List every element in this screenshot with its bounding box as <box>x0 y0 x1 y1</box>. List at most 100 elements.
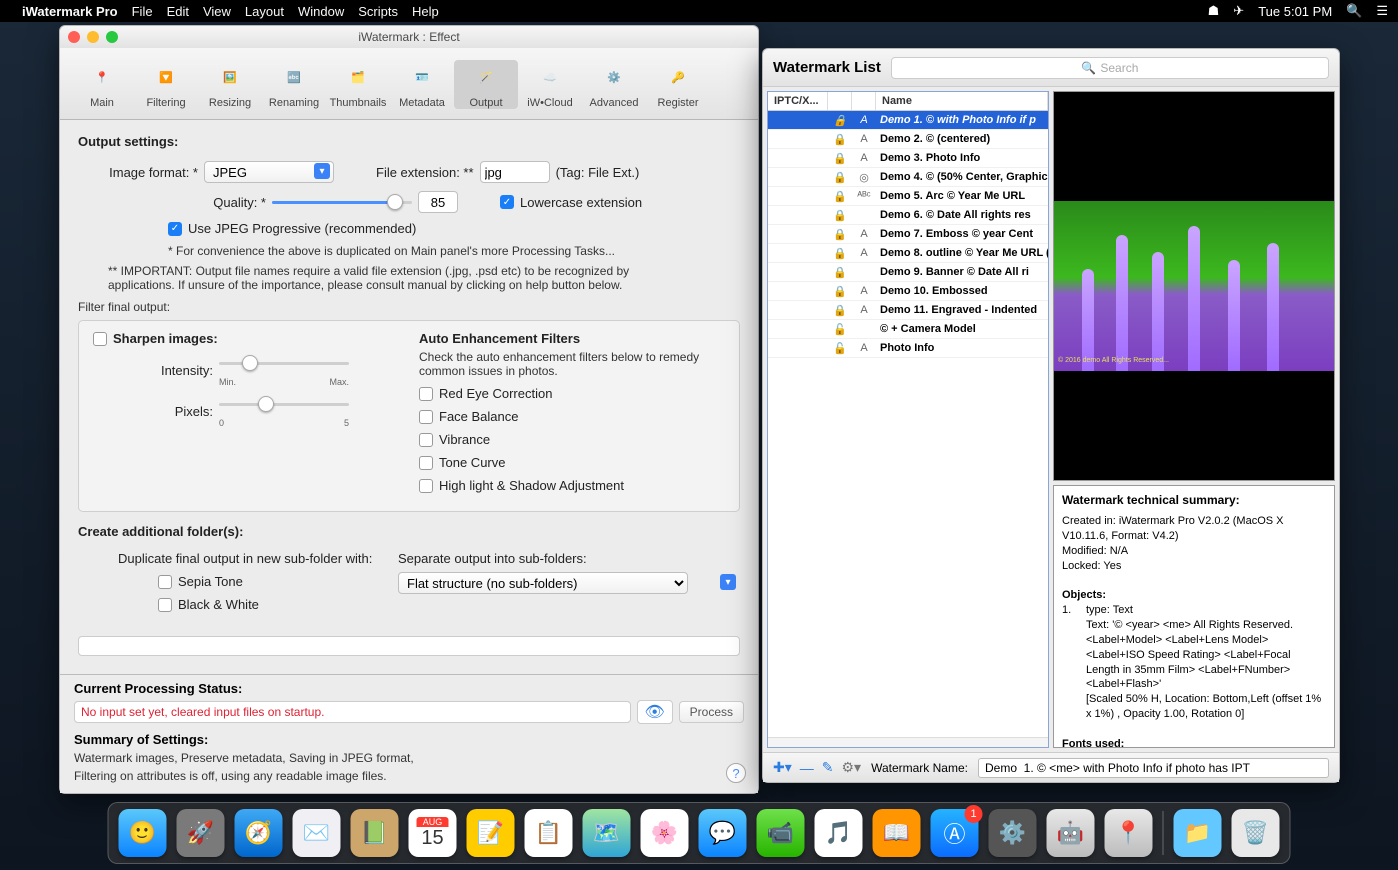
tab-main[interactable]: 📍Main <box>70 60 134 109</box>
col-type[interactable] <box>852 92 876 110</box>
file-ext-input[interactable] <box>480 161 550 183</box>
status-text: No input set yet, cleared input files on… <box>74 701 631 723</box>
vibrance-checkbox[interactable] <box>419 433 433 447</box>
menu-scripts[interactable]: Scripts <box>358 4 398 19</box>
menu-file[interactable]: File <box>132 4 153 19</box>
dock-reminders[interactable]: 📋 <box>525 809 573 857</box>
watermark-settings-button[interactable]: ⚙▾ <box>842 759 862 776</box>
dock: 🙂 🚀 🧭 ✉️ 📗 AUG15 📝 📋 🗺️ 🌸 💬 📹 🎵 📖 Ⓐ ⚙️ 🤖… <box>108 802 1291 864</box>
dock-finder[interactable]: 🙂 <box>119 809 167 857</box>
dock-notes[interactable]: 📝 <box>467 809 515 857</box>
menu-view[interactable]: View <box>203 4 231 19</box>
dock-downloads[interactable]: 📁 <box>1174 809 1222 857</box>
image-format-select[interactable]: JPEG <box>204 161 334 183</box>
tab-output[interactable]: 🪄Output <box>454 60 518 109</box>
dock-safari[interactable]: 🧭 <box>235 809 283 857</box>
dock-launchpad[interactable]: 🚀 <box>177 809 225 857</box>
tab-thumbnails[interactable]: 🗂️Thumbnails <box>326 60 390 109</box>
tab-metadata[interactable]: 🪪Metadata <box>390 60 454 109</box>
redeye-checkbox[interactable] <box>419 387 433 401</box>
dock-appstore[interactable]: Ⓐ <box>931 809 979 857</box>
dock-contacts[interactable]: 📗 <box>351 809 399 857</box>
sepia-checkbox[interactable] <box>158 575 172 589</box>
watermark-row[interactable]: 🔒ADemo 1. © with Photo Info if p <box>768 111 1048 130</box>
quality-value[interactable] <box>418 191 458 213</box>
separate-select[interactable]: Flat structure (no sub-folders) <box>398 572 688 594</box>
summary-line-2: Filtering on attributes is off, using an… <box>74 769 744 783</box>
tab-register[interactable]: 🔑Register <box>646 60 710 109</box>
dock-itunes[interactable]: 🎵 <box>815 809 863 857</box>
dock-calendar[interactable]: AUG15 <box>409 809 457 857</box>
jpeg-progressive-checkbox[interactable]: ✓ <box>168 222 182 236</box>
horizontal-scrollbar[interactable] <box>768 737 1048 747</box>
status-icon-2[interactable]: ✈ <box>1233 3 1244 19</box>
watermark-row[interactable]: 🔒ADemo 8. outline © Year Me URL (50 <box>768 244 1048 263</box>
watermark-name: Photo Info <box>876 342 1048 354</box>
dock-iwatermark-a[interactable]: 🤖 <box>1047 809 1095 857</box>
toolbar: 📍Main 🔽Filtering 🖼️Resizing 🔤Renaming 🗂️… <box>60 48 758 120</box>
app-name[interactable]: iWatermark Pro <box>22 4 118 19</box>
watermark-row[interactable]: 🔒ADemo 7. Emboss © year Cent <box>768 225 1048 244</box>
clock[interactable]: Tue 5:01 PM <box>1258 4 1332 19</box>
file-ext-label: File extension: ** <box>376 165 474 180</box>
dock-trash[interactable]: 🗑️ <box>1232 809 1280 857</box>
dock-iwatermark-b[interactable]: 📍 <box>1105 809 1153 857</box>
close-button[interactable] <box>68 31 80 43</box>
watermark-row[interactable]: 🔒◎Demo 4. © (50% Center, Graphic, O <box>768 168 1048 187</box>
type-icon: A <box>852 152 876 164</box>
edit-watermark-button[interactable]: ✎ <box>822 759 834 776</box>
process-button[interactable]: Process <box>679 701 744 723</box>
dock-preferences[interactable]: ⚙️ <box>989 809 1037 857</box>
sharpen-checkbox[interactable] <box>93 332 107 346</box>
col-name[interactable]: Name <box>876 92 1048 110</box>
help-button[interactable]: ? <box>726 763 746 783</box>
search-input[interactable]: 🔍 Search <box>891 57 1329 79</box>
status-icon-1[interactable]: ☗ <box>1208 3 1220 19</box>
col-iptc[interactable]: IPTC/X... <box>768 92 828 110</box>
preview-button[interactable]: 👁 <box>637 700 673 724</box>
watermark-row[interactable]: 🔒Demo 9. Banner © Date All ri <box>768 263 1048 282</box>
dock-maps[interactable]: 🗺️ <box>583 809 631 857</box>
add-watermark-button[interactable]: ✚▾ <box>773 759 792 776</box>
tab-iwcloud[interactable]: ☁️iW•Cloud <box>518 60 582 109</box>
menu-window[interactable]: Window <box>298 4 344 19</box>
intensity-slider[interactable] <box>219 354 349 372</box>
watermark-name-input[interactable] <box>978 758 1329 778</box>
watermark-row[interactable]: 🔒ADemo 3. Photo Info <box>768 149 1048 168</box>
highlight-checkbox[interactable] <box>419 479 433 493</box>
menu-edit[interactable]: Edit <box>167 4 189 19</box>
spotlight-icon[interactable]: 🔍 <box>1346 3 1362 19</box>
watermark-row[interactable]: 🔒Demo 6. © Date All rights res <box>768 206 1048 225</box>
watermark-row[interactable]: 🔒ADemo 11. Engraved - Indented <box>768 301 1048 320</box>
watermark-row[interactable]: 🔓APhoto Info <box>768 339 1048 358</box>
dock-messages[interactable]: 💬 <box>699 809 747 857</box>
watermark-row[interactable]: 🔒ADemo 2. © (centered) <box>768 130 1048 149</box>
dock-photos[interactable]: 🌸 <box>641 809 689 857</box>
tab-filtering[interactable]: 🔽Filtering <box>134 60 198 109</box>
zoom-button[interactable] <box>106 31 118 43</box>
facebalance-checkbox[interactable] <box>419 410 433 424</box>
remove-watermark-button[interactable]: — <box>800 760 814 776</box>
watermark-row[interactable]: 🔒ADemo 10. Embossed <box>768 282 1048 301</box>
quality-slider[interactable] <box>272 193 412 211</box>
blank-field[interactable] <box>78 636 740 656</box>
bw-checkbox[interactable] <box>158 598 172 612</box>
dock-mail[interactable]: ✉️ <box>293 809 341 857</box>
dock-facetime[interactable]: 📹 <box>757 809 805 857</box>
watermark-row[interactable]: 🔒ᴬᴮᶜDemo 5. Arc © Year Me URL <box>768 187 1048 206</box>
menu-help[interactable]: Help <box>412 4 439 19</box>
tab-resizing[interactable]: 🖼️Resizing <box>198 60 262 109</box>
menu-extras-icon[interactable]: ☰ <box>1376 3 1388 19</box>
tonecurve-checkbox[interactable] <box>419 456 433 470</box>
dock-ibooks[interactable]: 📖 <box>873 809 921 857</box>
minimize-button[interactable] <box>87 31 99 43</box>
col-lock[interactable] <box>828 92 852 110</box>
lock-icon: 🔒 <box>833 210 847 222</box>
tab-advanced[interactable]: ⚙️Advanced <box>582 60 646 109</box>
tab-renaming[interactable]: 🔤Renaming <box>262 60 326 109</box>
watermark-list-window: Watermark List 🔍 Search IPTC/X... Name 🔒… <box>762 48 1340 783</box>
pixels-slider[interactable] <box>219 395 349 413</box>
menu-layout[interactable]: Layout <box>245 4 284 19</box>
watermark-row[interactable]: 🔓© + Camera Model <box>768 320 1048 339</box>
lowercase-checkbox[interactable]: ✓ <box>500 195 514 209</box>
